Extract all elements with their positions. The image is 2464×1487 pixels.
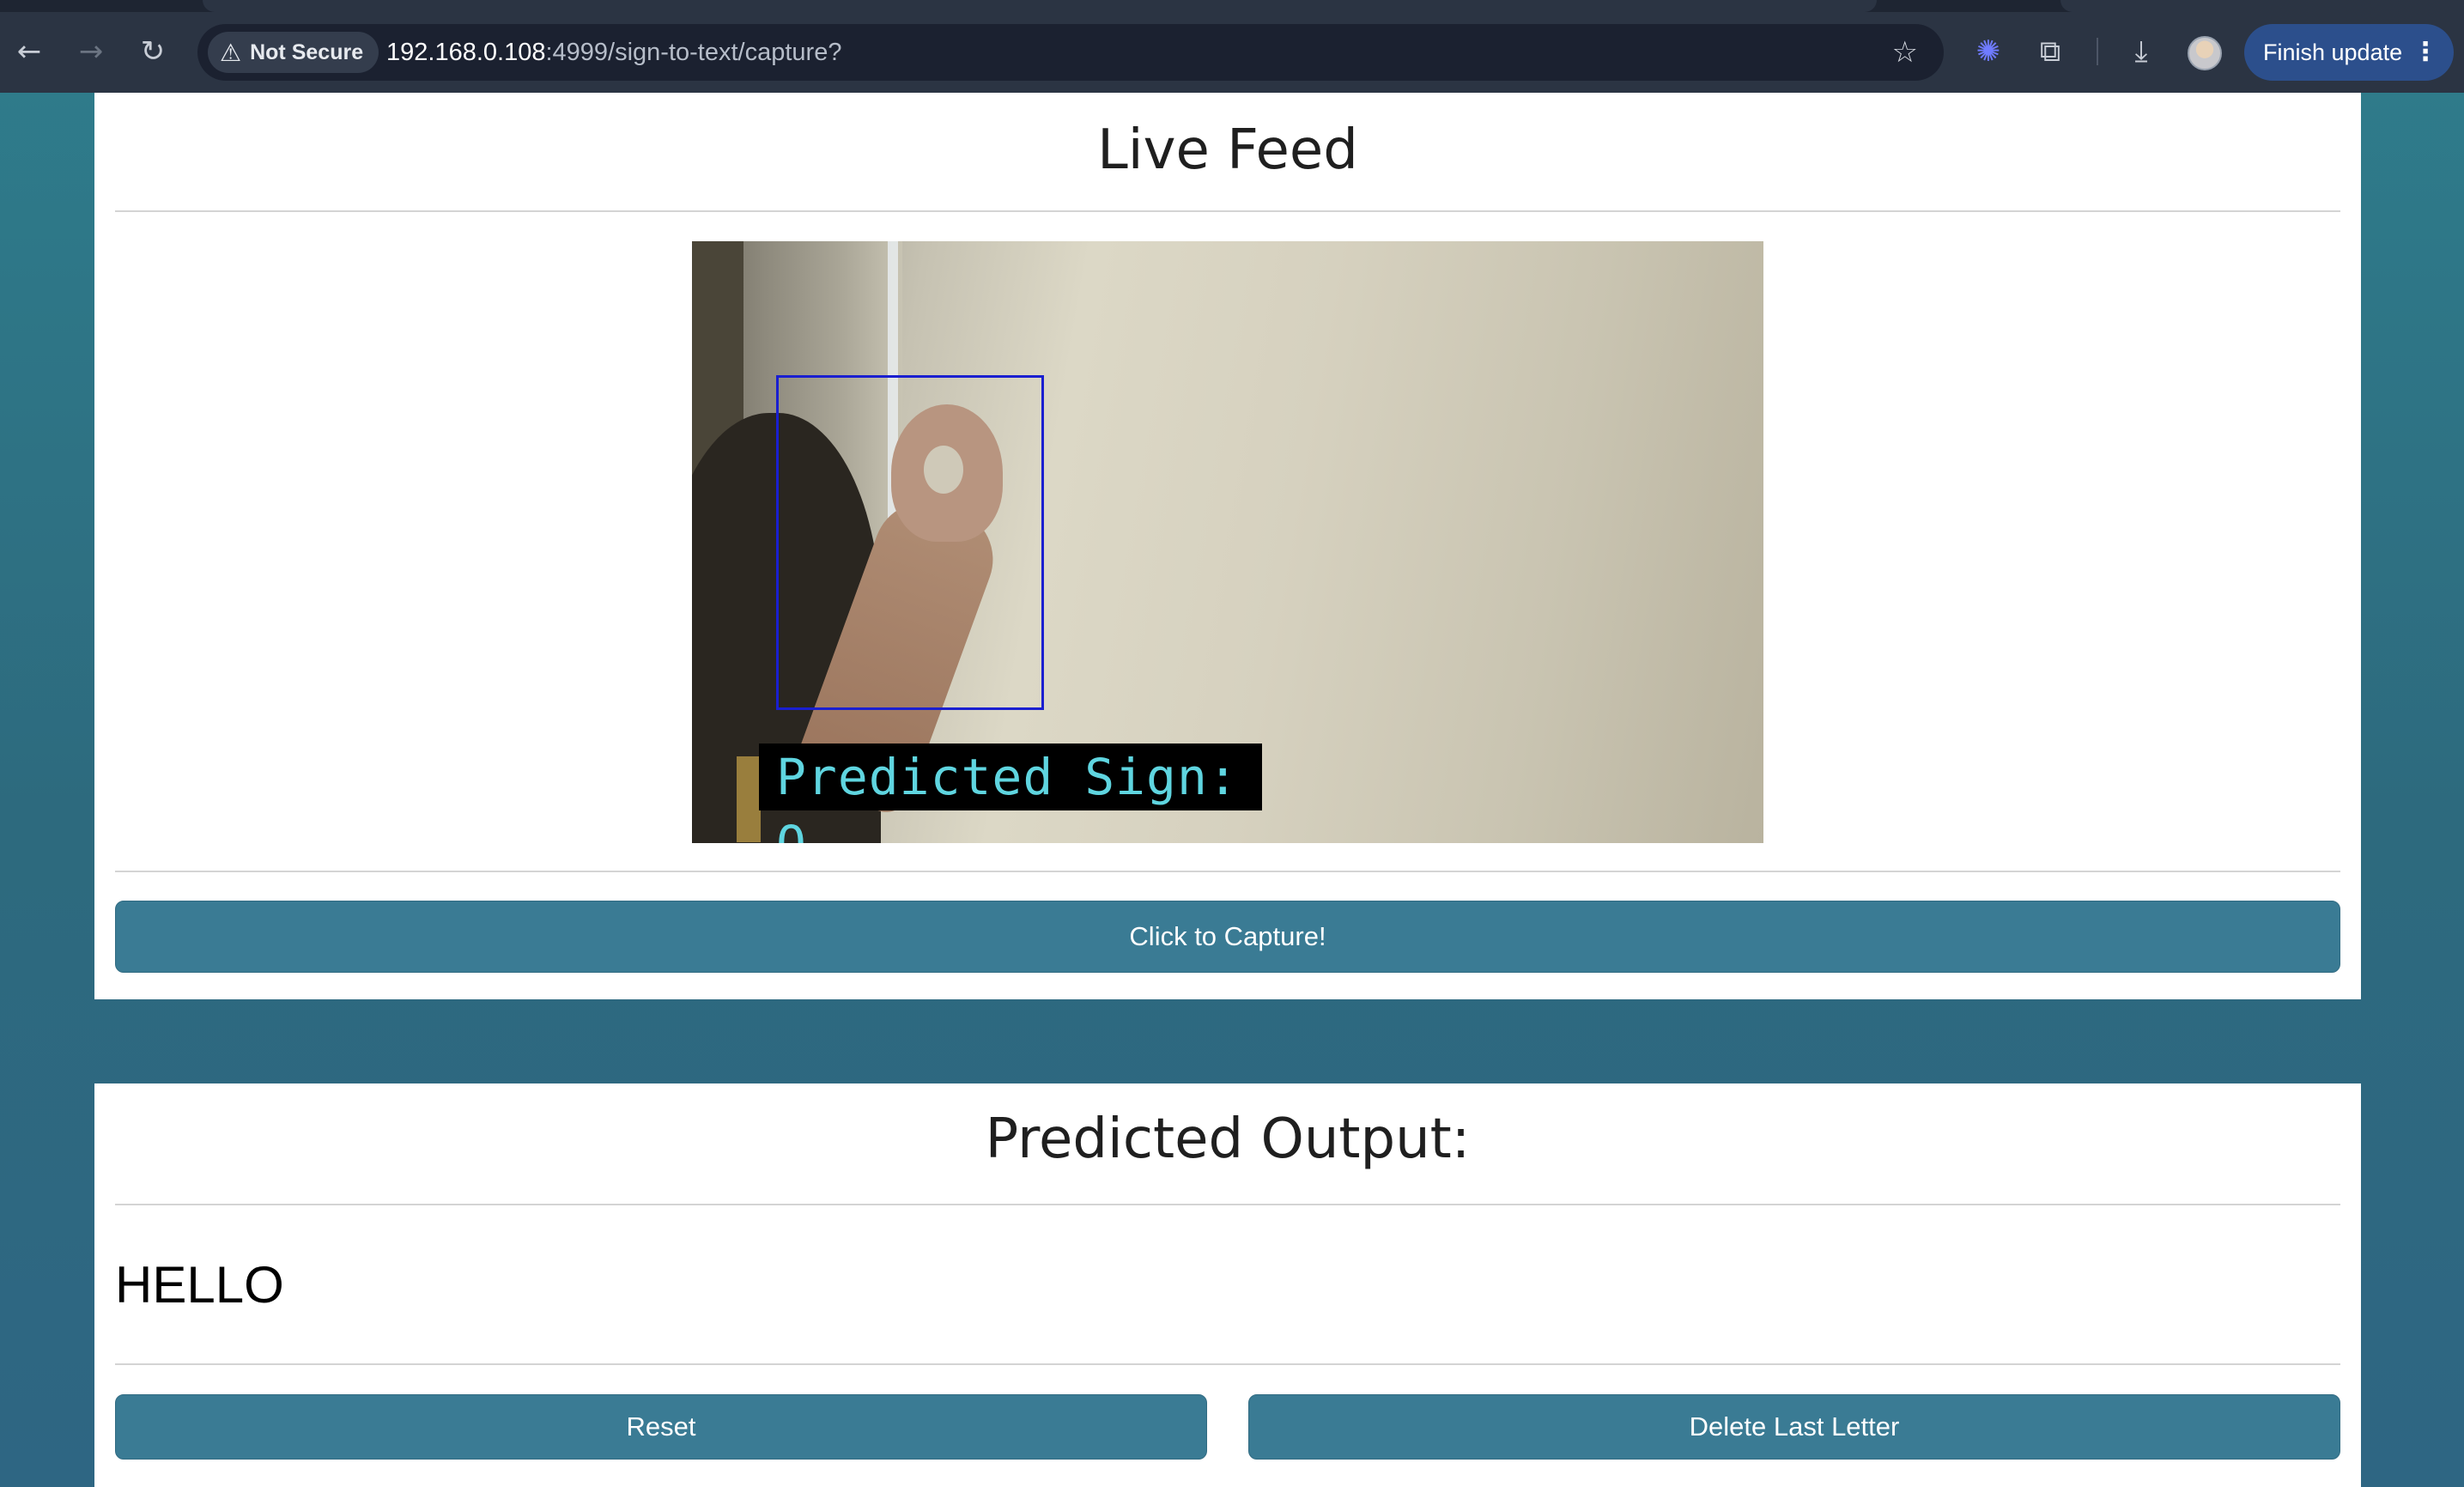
divider: [115, 210, 2340, 212]
security-chip[interactable]: ⚠ Not Secure: [208, 32, 379, 73]
tab-edge: [2060, 0, 2464, 12]
star-icon[interactable]: ☆: [1892, 24, 1918, 81]
delete-last-letter-button[interactable]: Delete Last Letter: [1248, 1394, 2340, 1460]
predicted-sign-overlay: Predicted Sign: O: [759, 744, 1262, 843]
avatar[interactable]: [2188, 36, 2222, 70]
url-path: :4999/sign-to-text/capture?: [545, 39, 842, 66]
camera-feed: Predicted Sign: O: [692, 241, 1763, 843]
url-host: 192.168.0.108: [386, 39, 546, 66]
finish-update-label: Finish update: [2263, 39, 2403, 65]
more-icon[interactable]: ⋮: [2412, 24, 2438, 81]
url-text[interactable]: 192.168.0.108:4999/sign-to-text/capture?: [386, 24, 841, 81]
security-chip-label: Not Secure: [250, 39, 364, 64]
hand-bounding-box: [776, 375, 1044, 710]
reload-icon[interactable]: ↻: [127, 26, 179, 77]
forward-icon[interactable]: →: [65, 26, 117, 77]
live-feed-card: Live Feed Predicted Sign: O Click to Cap…: [94, 93, 2361, 999]
warning-icon: ⚠: [220, 38, 242, 67]
predicted-output-text: HELLO: [115, 1256, 284, 1314]
divider: [115, 871, 2340, 872]
predicted-output-card: Predicted Output: HELLO Reset Delete Las…: [94, 1083, 2361, 1487]
browser-toolbar: ← → ↻ ⚠ Not Secure 192.168.0.108:4999/si…: [0, 0, 2464, 93]
live-feed-title: Live Feed: [1097, 118, 1358, 182]
back-icon[interactable]: ←: [3, 26, 55, 77]
divider: [115, 1204, 2340, 1205]
download-icon[interactable]: ⤓: [2115, 26, 2167, 77]
finish-update-button[interactable]: Finish update ⋮: [2244, 24, 2454, 81]
address-bar[interactable]: ⚠ Not Secure 192.168.0.108:4999/sign-to-…: [197, 24, 1944, 81]
divider: [115, 1363, 2340, 1365]
feed-object: [737, 756, 761, 842]
toolbar-divider: [2097, 38, 2098, 65]
predicted-output-title: Predicted Output:: [985, 1108, 1471, 1171]
extension-puzzle-icon[interactable]: ⧉: [2024, 26, 2076, 77]
gemini-icon[interactable]: ✺: [1963, 26, 2014, 77]
reset-button[interactable]: Reset: [115, 1394, 1207, 1460]
tab-edge: [203, 0, 1877, 12]
capture-button[interactable]: Click to Capture!: [115, 901, 2340, 973]
